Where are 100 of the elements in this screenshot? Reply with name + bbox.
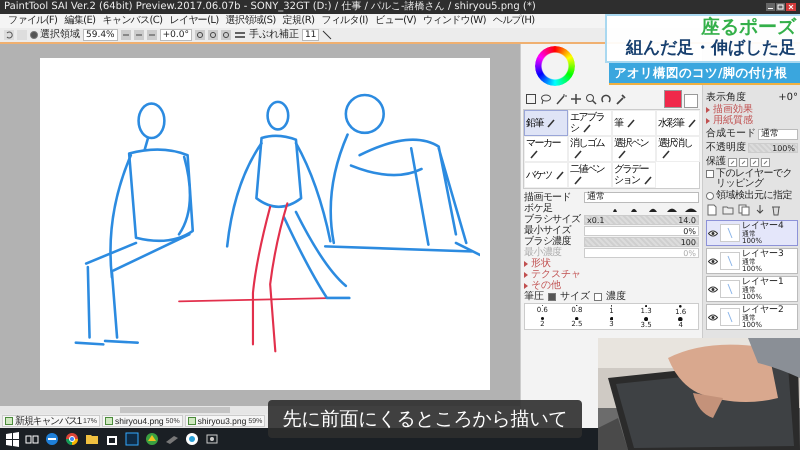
selection-label: 選択領域 bbox=[40, 29, 80, 41]
checkbox[interactable] bbox=[548, 292, 556, 300]
foreground-color-swatch[interactable] bbox=[664, 90, 682, 108]
undo-icon[interactable] bbox=[4, 30, 14, 40]
brush-lock-icon[interactable] bbox=[739, 158, 748, 166]
maximize-button[interactable] bbox=[776, 3, 785, 11]
slider[interactable]: x0.1 14.0 bbox=[584, 214, 699, 224]
menu-item[interactable]: キャンバス(C) bbox=[102, 15, 162, 27]
chrome-icon[interactable] bbox=[64, 431, 80, 447]
menu-item[interactable]: ヘルプ(H) bbox=[492, 15, 535, 27]
copy-icon[interactable] bbox=[738, 204, 750, 216]
pen-icon bbox=[642, 175, 652, 186]
eye-icon[interactable] bbox=[708, 286, 718, 292]
tool-button[interactable]: 選択ペン bbox=[612, 136, 656, 162]
merge-down-icon[interactable] bbox=[754, 204, 766, 216]
image-file-icon bbox=[5, 417, 13, 425]
setting-label: 合成モード bbox=[706, 128, 756, 140]
slider[interactable]: 100% bbox=[748, 143, 798, 153]
zoom-field[interactable]: 59.4% bbox=[83, 29, 118, 41]
new-layer-icon[interactable] bbox=[706, 204, 718, 216]
app-icon[interactable] bbox=[184, 431, 200, 447]
pen-icon bbox=[686, 118, 696, 128]
menu-item[interactable]: フィルタ(I) bbox=[321, 15, 368, 27]
brush-dot-icon[interactable] bbox=[678, 316, 683, 322]
section-header[interactable]: 描画効果 bbox=[706, 104, 798, 115]
eye-icon[interactable] bbox=[708, 230, 718, 236]
tool-button[interactable]: 選択消し bbox=[656, 136, 700, 162]
pen-icon bbox=[626, 118, 636, 128]
blend-mode-select[interactable]: 通常 bbox=[584, 192, 699, 203]
background-color-swatch[interactable] bbox=[684, 94, 698, 108]
slider[interactable]: 100 bbox=[584, 236, 699, 246]
tool-button[interactable]: エアブラシ bbox=[568, 110, 612, 136]
rect-select-icon[interactable] bbox=[525, 92, 537, 104]
pen-icon bbox=[573, 149, 583, 160]
tool-button[interactable]: 消しゴム bbox=[568, 136, 612, 162]
banner: アオリ構図のコツ/脚の付け根 bbox=[609, 63, 800, 85]
brush-dot-icon[interactable] bbox=[610, 316, 614, 320]
layer-lock-icon[interactable] bbox=[761, 158, 770, 166]
rotate-right-icon[interactable] bbox=[208, 30, 218, 40]
zoom-reset-icon[interactable] bbox=[146, 30, 157, 40]
document-name: 新規キャンバス1 bbox=[15, 416, 81, 426]
section-header[interactable]: 形状 bbox=[521, 258, 702, 269]
color-wheel[interactable] bbox=[535, 46, 575, 86]
move-lock-icon[interactable] bbox=[750, 158, 759, 166]
setting-label: 最小濃度 bbox=[524, 246, 563, 258]
rotate-reset-icon[interactable] bbox=[220, 30, 231, 40]
rotate-left-icon[interactable] bbox=[194, 30, 205, 40]
section-header[interactable]: 用紙質感 bbox=[706, 115, 798, 126]
tool-button[interactable]: バケツ bbox=[524, 162, 568, 188]
tool-button[interactable]: 鉛筆 bbox=[524, 110, 568, 136]
radio-button[interactable] bbox=[30, 31, 38, 39]
menu-item[interactable]: ビュー(V) bbox=[374, 15, 416, 27]
stabilizer-field[interactable]: 11 bbox=[302, 29, 320, 41]
brush-dot-icon[interactable] bbox=[645, 305, 648, 308]
scrollbar-thumb[interactable] bbox=[120, 407, 230, 413]
angle-field[interactable]: +0.0° bbox=[160, 29, 192, 41]
minimize-button[interactable] bbox=[766, 3, 775, 11]
zoom-out-icon[interactable] bbox=[120, 30, 131, 40]
eye-icon[interactable] bbox=[708, 258, 718, 264]
eye-icon[interactable] bbox=[708, 314, 718, 320]
line-icon[interactable] bbox=[322, 30, 332, 40]
tool-button[interactable]: グラデーション bbox=[612, 162, 656, 188]
checkbox[interactable] bbox=[594, 292, 602, 300]
menu-item[interactable]: 定規(R) bbox=[282, 15, 314, 27]
caption: 先に前面にくるところから描いて bbox=[268, 400, 582, 438]
folder-icon[interactable] bbox=[722, 204, 734, 216]
brush-dot-icon[interactable] bbox=[540, 316, 544, 320]
tool-button[interactable]: 水彩筆 bbox=[656, 110, 700, 136]
blend-mode-select[interactable]: 通常 bbox=[758, 128, 798, 140]
wand-icon[interactable] bbox=[555, 92, 567, 104]
zoom-in-icon[interactable] bbox=[134, 30, 144, 40]
tool-button[interactable]: 二値ペン bbox=[568, 162, 612, 188]
close-button[interactable] bbox=[786, 3, 796, 11]
checkbox[interactable] bbox=[706, 170, 714, 178]
brush-dot-icon[interactable] bbox=[679, 305, 682, 308]
menu-item[interactable]: 選択領域(S) bbox=[226, 15, 276, 27]
lasso-icon[interactable] bbox=[540, 92, 552, 104]
brush-dot-icon[interactable] bbox=[644, 316, 648, 321]
section-header[interactable]: その他 bbox=[521, 280, 702, 291]
menu-item[interactable]: 編集(E) bbox=[64, 15, 96, 27]
menu-item[interactable]: ウィンドウ(W) bbox=[423, 15, 486, 27]
photoshop-icon[interactable] bbox=[124, 431, 140, 447]
layer-name: レイヤー1 bbox=[742, 278, 784, 286]
app-icon[interactable] bbox=[144, 431, 160, 447]
move-icon[interactable] bbox=[570, 92, 582, 104]
slider[interactable]: 0% bbox=[584, 226, 699, 236]
rotate-icon[interactable] bbox=[600, 92, 612, 104]
eyedropper-icon[interactable] bbox=[615, 92, 627, 104]
flip-icon[interactable] bbox=[234, 30, 246, 40]
menu-item[interactable]: ファイル(F) bbox=[8, 15, 58, 27]
start-icon[interactable] bbox=[4, 431, 20, 447]
tool-button[interactable]: マーカー bbox=[524, 136, 568, 162]
browser-icon[interactable] bbox=[44, 431, 60, 447]
tool-button[interactable]: 筆 bbox=[612, 110, 656, 136]
search-icon[interactable] bbox=[585, 92, 597, 104]
section-header[interactable]: テクスチャ bbox=[521, 269, 702, 280]
radio-button[interactable] bbox=[706, 192, 714, 200]
lock-toggle-icon[interactable] bbox=[728, 158, 737, 166]
menu-item[interactable]: レイヤー(L) bbox=[169, 15, 219, 27]
brush-dot-icon[interactable] bbox=[575, 316, 579, 320]
